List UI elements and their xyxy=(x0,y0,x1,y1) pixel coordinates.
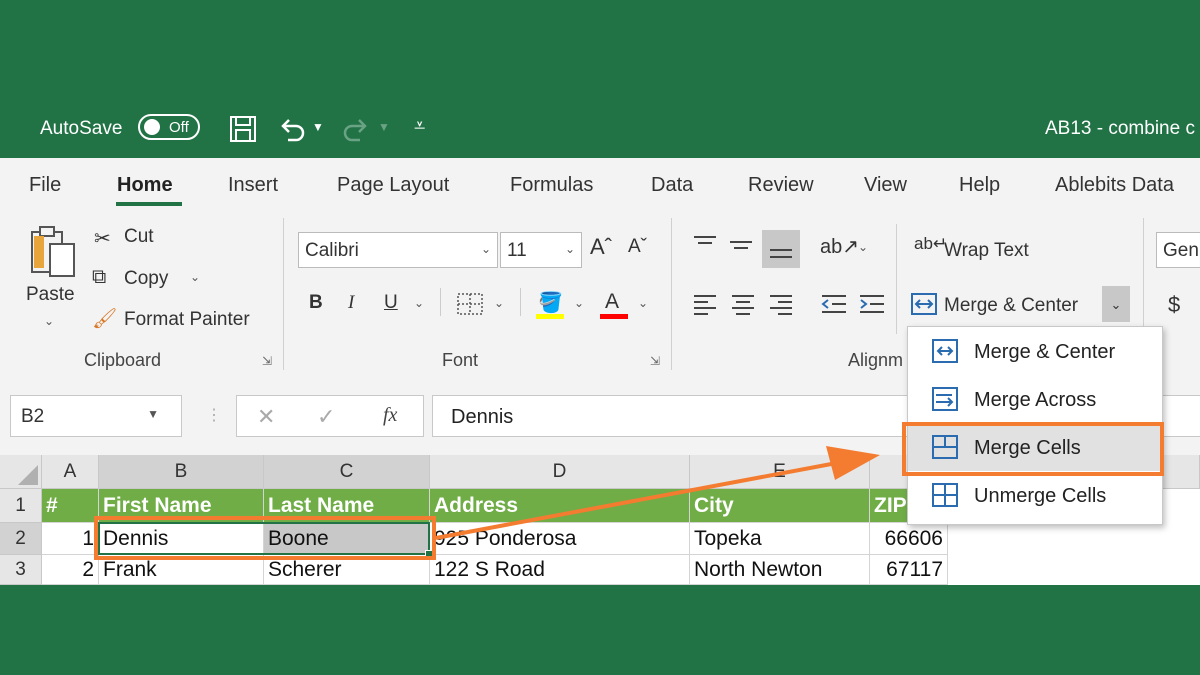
merge-center-icon xyxy=(932,339,958,363)
background-band xyxy=(0,585,1200,675)
menu-item-merge-across[interactable]: Merge Across xyxy=(908,377,1160,423)
menu-item-merge-center[interactable]: Merge & Center xyxy=(908,329,1160,375)
menu-item-unmerge-cells[interactable]: Unmerge Cells xyxy=(908,473,1160,519)
menu-item-label: Unmerge Cells xyxy=(974,485,1107,507)
menu-item-label: Merge & Center xyxy=(974,341,1116,363)
unmerge-cells-icon xyxy=(932,483,958,507)
menu-item-label: Merge Across xyxy=(974,389,1097,411)
menu-highlight-box xyxy=(902,422,1164,476)
merge-across-icon xyxy=(932,387,958,411)
